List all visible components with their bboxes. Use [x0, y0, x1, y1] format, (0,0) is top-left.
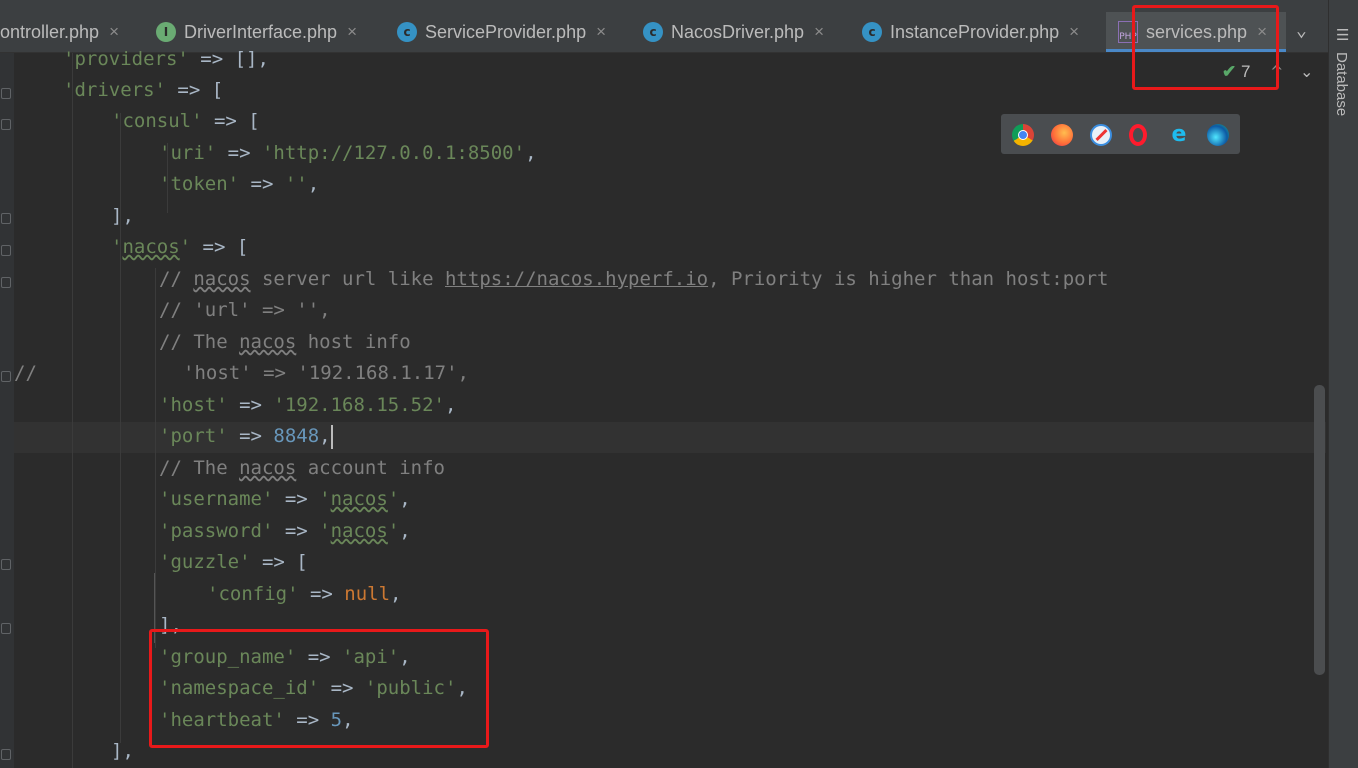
chevron-down-icon[interactable]: ⌄: [1296, 20, 1307, 41]
database-tool-button[interactable]: Database: [1333, 52, 1350, 116]
fold-marker-icon[interactable]: [1, 213, 11, 224]
next-highlight-icon[interactable]: ⌄: [1300, 62, 1313, 81]
fold-marker-icon[interactable]: [1, 559, 11, 570]
code-line: ],: [111, 205, 134, 227]
code-line: 'providers' => [],: [63, 48, 269, 70]
code-comment: //'host' => '192.168.1.17',: [14, 362, 469, 384]
tab-label: ontroller.php: [0, 21, 100, 42]
close-icon[interactable]: ×: [347, 22, 357, 42]
tab-label: InstanceProvider.php: [890, 21, 1060, 42]
edge-icon[interactable]: [1207, 124, 1229, 146]
class-icon: c: [397, 22, 417, 42]
safari-icon[interactable]: [1090, 124, 1112, 146]
code-comment: // nacos server url like https://nacos.h…: [159, 268, 1109, 290]
tab-nacos-driver[interactable]: c NacosDriver.php ×: [643, 12, 824, 52]
code-line: 'host' => '192.168.15.52',: [159, 394, 457, 416]
code-line: 'nacos' => [: [111, 236, 249, 258]
fold-marker-icon[interactable]: [1, 88, 11, 99]
close-icon[interactable]: ×: [596, 22, 606, 42]
tab-label: ServiceProvider.php: [425, 21, 587, 42]
browser-popup: e: [1001, 114, 1240, 154]
text-caret: [330, 424, 333, 449]
code-line: 'drivers' => [: [63, 79, 224, 101]
chrome-icon[interactable]: [1012, 124, 1034, 146]
code-comment: // The nacos host info: [159, 331, 411, 353]
fold-marker-icon[interactable]: [1, 749, 11, 760]
ie-icon[interactable]: e: [1168, 124, 1190, 146]
code-line: 'uri' => 'http://127.0.0.1:8500',: [159, 142, 537, 164]
interface-icon: I: [156, 22, 176, 42]
close-icon[interactable]: ×: [814, 22, 824, 42]
code-line: 'consul' => [: [111, 110, 260, 132]
fold-marker-icon[interactable]: [1, 119, 11, 130]
tab-service-provider[interactable]: c ServiceProvider.php ×: [397, 12, 606, 52]
fold-marker-icon[interactable]: [1, 245, 11, 256]
fold-marker-icon[interactable]: [1, 371, 11, 382]
code-line: 'password' => 'nacos',: [159, 520, 411, 542]
code-comment: // The nacos account info: [159, 457, 445, 479]
code-line: 'username' => 'nacos',: [159, 488, 411, 510]
vertical-scrollbar[interactable]: [1314, 385, 1325, 675]
tab-label: NacosDriver.php: [671, 21, 805, 42]
close-icon[interactable]: ×: [109, 22, 119, 42]
code-line: 'port' => 8848,: [159, 424, 333, 449]
code-line: 'token' => '',: [159, 173, 320, 195]
firefox-icon[interactable]: [1051, 124, 1073, 146]
highlight-box-config: [149, 629, 489, 748]
opera-icon[interactable]: [1129, 124, 1147, 146]
fold-marker-icon[interactable]: [1, 277, 11, 288]
code-line: 'config' => null,: [207, 583, 402, 605]
highlight-box-services-tab: [1132, 5, 1279, 90]
database-icon[interactable]: ☰: [1336, 26, 1352, 44]
fold-marker-icon[interactable]: [1, 623, 11, 634]
tab-label: DriverInterface.php: [184, 21, 338, 42]
code-comment: // 'url' => '',: [159, 299, 331, 321]
class-icon: c: [862, 22, 882, 42]
code-line: 'guzzle' => [: [159, 551, 308, 573]
class-icon: c: [643, 22, 663, 42]
tab-instance-provider[interactable]: c InstanceProvider.php ×: [862, 12, 1079, 52]
right-tool-strip: ☰ Database: [1328, 0, 1358, 768]
code-line: ],: [111, 740, 134, 762]
close-icon[interactable]: ×: [1069, 22, 1079, 42]
editor-gutter: [0, 53, 14, 768]
